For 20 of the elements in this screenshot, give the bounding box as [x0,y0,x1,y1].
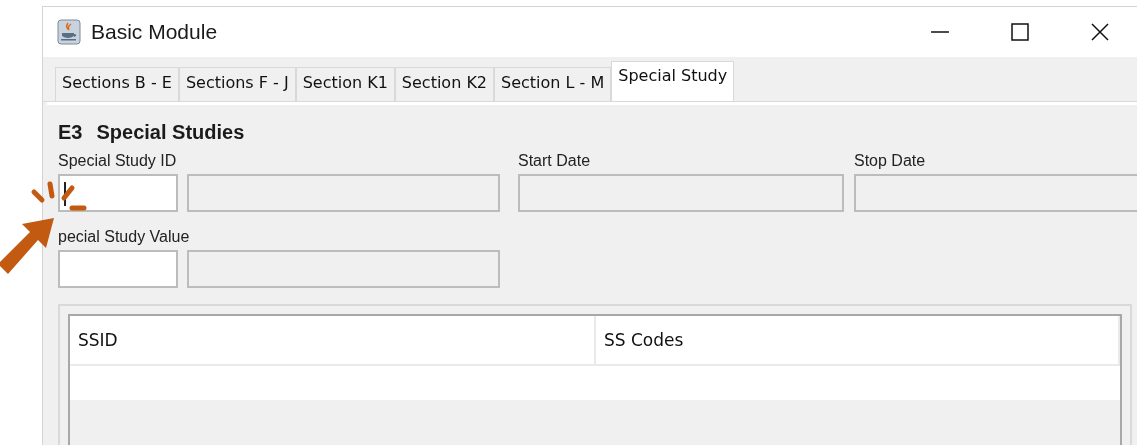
tab[interactable]: Section K2 [394,67,495,101]
field-label: pecial Study Value [58,228,191,247]
tab[interactable]: Special Study [611,61,735,101]
field-label: Special Study ID [58,152,178,171]
close-icon[interactable] [1091,23,1109,41]
tab[interactable]: Sections B - E [55,67,179,101]
column-header[interactable]: SS Codes [596,316,1120,364]
tab[interactable]: Section K1 [295,67,395,101]
tab[interactable]: Sections F - J [178,67,296,101]
field-label: Stop Date [854,152,927,171]
section-code: E3 [58,121,83,144]
input-field[interactable] [58,174,178,212]
field-label: Start Date [518,152,592,171]
window-title: Basic Module [91,20,218,44]
tab[interactable]: Section L - M [494,67,612,101]
input-field[interactable] [58,250,178,288]
coffee-cup-icon [57,19,81,45]
maximize-icon[interactable] [1011,23,1029,41]
section-title: Special Studies [96,121,245,144]
column-header[interactable]: SSID [70,316,596,364]
